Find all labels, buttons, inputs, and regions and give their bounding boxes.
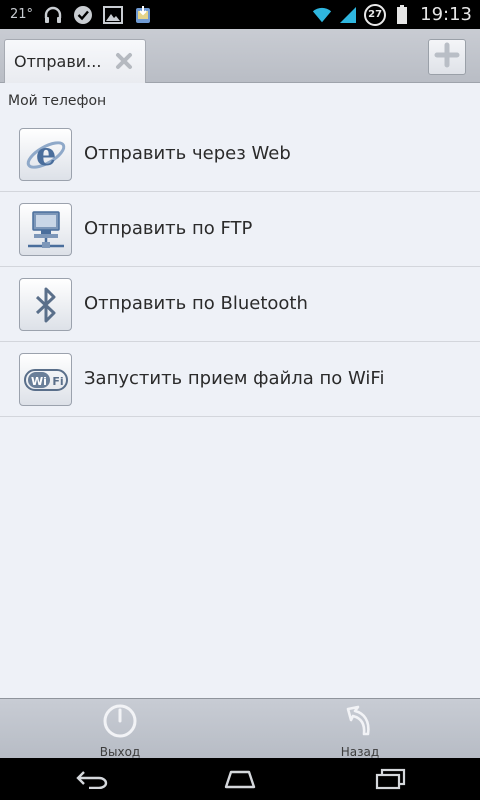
temperature-text: 21°: [10, 7, 34, 22]
list-item-send-web[interactable]: e Отправить через Web: [0, 117, 480, 192]
image-icon: [103, 5, 124, 25]
close-icon[interactable]: [115, 52, 133, 70]
add-tab-button[interactable]: [428, 39, 466, 75]
list-item-send-bluetooth[interactable]: Отправить по Bluetooth: [0, 267, 480, 342]
internet-explorer-icon: e: [19, 128, 72, 181]
battery-badge: 27: [364, 3, 387, 26]
svg-text:e: e: [35, 135, 55, 173]
item-label: Отправить через Web: [84, 143, 291, 164]
exit-button[interactable]: Выход: [70, 703, 170, 759]
plus-icon: [434, 42, 460, 72]
download-icon: [133, 5, 153, 25]
status-bar: 21° 27 19:13: [0, 0, 480, 29]
svg-text:Fi: Fi: [52, 375, 63, 388]
nav-recents-icon[interactable]: [370, 767, 410, 791]
tab-bar: Отправи...: [0, 29, 480, 83]
exit-label: Выход: [99, 745, 141, 759]
svg-text:Wi: Wi: [31, 375, 47, 388]
item-label: Отправить по FTP: [84, 218, 253, 239]
wifi-logo-icon: Wi Fi: [19, 353, 72, 406]
action-bar: Выход Назад: [0, 698, 480, 759]
clock-time: 19:13: [420, 4, 472, 25]
signal-icon: [338, 5, 358, 25]
item-label: Запустить прием файла по WiFi: [84, 368, 385, 389]
main-content: Мой телефон e Отправить через Web Отправ…: [0, 83, 480, 698]
list-item-send-ftp[interactable]: Отправить по FTP: [0, 192, 480, 267]
back-label: Назад: [340, 745, 380, 759]
nav-home-icon[interactable]: [220, 767, 260, 791]
navigation-bar: [0, 758, 480, 800]
back-button[interactable]: Назад: [310, 703, 410, 759]
list-item-receive-wifi[interactable]: Wi Fi Запустить прием файла по WiFi: [0, 342, 480, 417]
tab-label: Отправи...: [14, 52, 102, 71]
nav-back-icon[interactable]: [72, 767, 112, 791]
check-icon: [73, 5, 93, 25]
item-label: Отправить по Bluetooth: [84, 293, 308, 314]
network-computer-icon: [19, 203, 72, 256]
send-options-list: e Отправить через Web Отправить по FTP О…: [0, 117, 480, 417]
battery-icon: [392, 4, 412, 25]
back-arrow-icon: [342, 703, 378, 743]
power-icon: [102, 703, 138, 743]
headphones-icon: [43, 5, 63, 25]
section-header: Мой телефон: [8, 93, 107, 109]
wifi-icon: [312, 5, 332, 25]
tab-send[interactable]: Отправи...: [4, 39, 146, 83]
bluetooth-icon: [19, 278, 72, 331]
